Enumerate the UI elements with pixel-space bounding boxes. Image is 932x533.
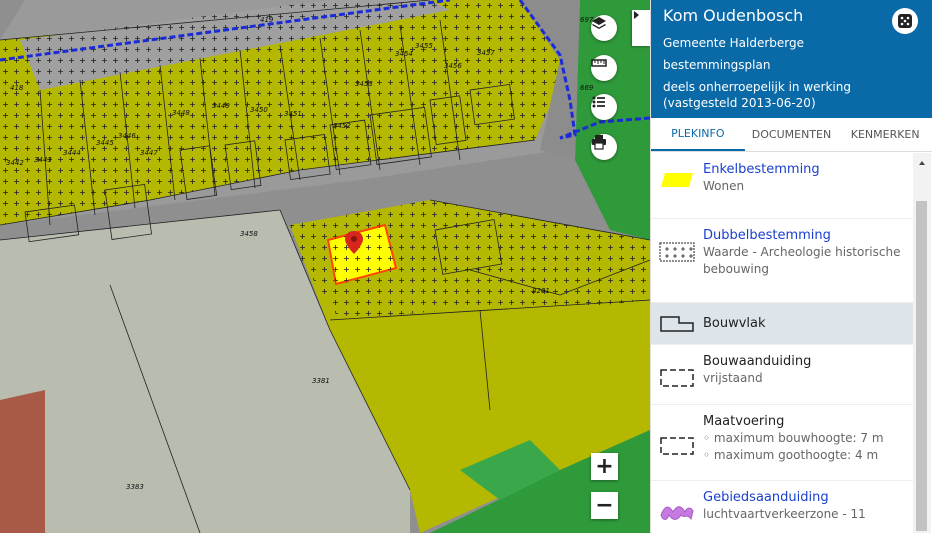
item-bullet: ◦ maximum goothoogte: 4 m [703, 448, 879, 462]
parcel-label: 3442 [6, 159, 24, 167]
list-item[interactable]: Maatvoering ◦ maximum bouwhoogte: 7 m ◦ … [651, 405, 913, 481]
cross-hatch-icon [659, 242, 695, 262]
item-subtitle: Waarde - Archeologie historische bebouwi… [703, 245, 901, 276]
item-title: Maatvoering [703, 414, 785, 429]
item-subtitle: luchtvaartverkeerzone - 11 [703, 507, 866, 521]
parcel-label: 418 [10, 84, 24, 92]
scroll-thumb[interactable] [916, 201, 927, 531]
zoom-in-button[interactable]: + [591, 453, 618, 480]
parcel-label: 3444 [63, 149, 81, 157]
random-button[interactable] [892, 8, 918, 34]
zoom-out-button[interactable]: − [591, 492, 618, 519]
caret-right-icon [634, 11, 639, 19]
collapse-panel-button[interactable] [632, 10, 650, 46]
dashed-rectangle-icon [660, 369, 694, 387]
parcel-label: 419 [260, 16, 274, 24]
plan-type: bestemmingsplan [663, 58, 771, 72]
parcel-label: 3457 [477, 49, 495, 57]
tab-documenten[interactable]: DOCUMENTEN [745, 118, 839, 151]
panel-tabs: PLEKINFO DOCUMENTEN KENMERKEN [651, 118, 932, 152]
parcel-label: 3458 [240, 230, 258, 238]
parcel-label: 3383 [126, 483, 144, 491]
item-title: Bouwvlak [703, 316, 766, 331]
list-item[interactable]: Enkelbestemming Wonen [651, 153, 913, 219]
parcel-label: 669 [580, 84, 594, 92]
ruler-icon [591, 59, 607, 67]
parcel-label: 3448 [172, 109, 190, 117]
item-subtitle: vrijstaand [703, 371, 763, 385]
parcel-label: 3449 [212, 102, 230, 110]
municipality: Gemeente Halderberge [663, 36, 805, 50]
plan-title: Kom Oudenbosch [663, 6, 804, 25]
printer-icon [592, 135, 606, 150]
parcel-label: 3452 [333, 122, 351, 130]
print-button[interactable] [591, 134, 617, 160]
parcel-label: 3455 [415, 42, 433, 50]
item-title: Bouwaanduiding [703, 354, 812, 369]
tab-plekinfo[interactable]: PLEKINFO [651, 118, 745, 151]
layers-button[interactable] [591, 15, 617, 41]
panel-scrollbar[interactable] [913, 153, 931, 533]
tab-kenmerken[interactable]: KENMERKEN [838, 118, 932, 151]
list-item[interactable]: Gebiedsaanduiding luchtvaartverkeerzone … [651, 481, 913, 533]
measure-button[interactable] [591, 55, 617, 81]
bullet-text: maximum bouwhoogte: 7 m [713, 431, 884, 445]
parcel-label: 3443 [34, 156, 52, 164]
item-title[interactable]: Gebiedsaanduiding [703, 489, 866, 506]
item-subtitle: Wonen [703, 179, 745, 193]
layers-icon [592, 17, 606, 29]
map-view[interactable]: 419 697 3457 3456 3455 3454 3453 3452 34… [0, 0, 650, 533]
scroll-up-icon[interactable] [913, 158, 931, 168]
list-item[interactable]: Bouwaanduiding vrijstaand [651, 345, 913, 405]
parcel-label: 3450 [250, 106, 268, 114]
purple-zone-icon [660, 506, 694, 521]
parcel-label: 3381 [312, 377, 330, 385]
item-title[interactable]: Enkelbestemming [703, 161, 820, 178]
parcel-label: 3446 [118, 132, 136, 140]
list-item[interactable]: Bouwvlak [651, 303, 913, 345]
item-title[interactable]: Dubbelbestemming [703, 227, 913, 244]
dice-icon [898, 14, 912, 28]
parcel-label: 3445 [96, 139, 114, 147]
parcel-label: 3454 [395, 50, 413, 58]
list-item[interactable]: Dubbelbestemming Waarde - Archeologie hi… [651, 219, 913, 303]
info-panel: Kom Oudenbosch Gemeente Halderberge best… [650, 0, 932, 533]
list-icon [592, 96, 605, 108]
parcel-label: 3447 [140, 149, 158, 157]
bullet-text: maximum goothoogte: 4 m [713, 448, 879, 462]
panel-header: Kom Oudenbosch Gemeente Halderberge best… [651, 0, 932, 118]
parcel-label: 3451 [284, 110, 302, 118]
dashed-rectangle-icon [660, 437, 694, 455]
yellow-parallelogram-icon [661, 173, 693, 187]
parcel-label: 3453 [355, 80, 373, 88]
plan-status: deels onherroepelijk in werking (vastges… [663, 80, 851, 110]
item-bullet: ◦ maximum bouwhoogte: 7 m [703, 431, 884, 445]
legend-button[interactable] [591, 94, 617, 120]
building-outline-icon [660, 315, 694, 332]
parcel-label: 2261 [532, 287, 550, 295]
map-canvas[interactable]: 419 697 3457 3456 3455 3454 3453 3452 34… [0, 0, 650, 533]
plekinfo-list: Enkelbestemming Wonen Dubbelbestemming W… [651, 153, 913, 533]
parcel-label: 3456 [444, 62, 462, 70]
